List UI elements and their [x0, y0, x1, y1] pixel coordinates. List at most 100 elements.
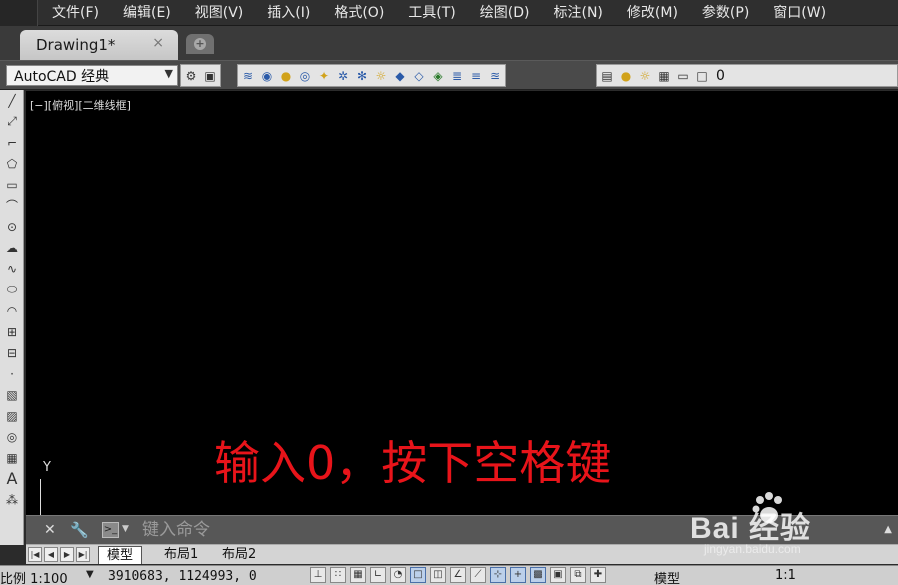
scale-label[interactable]: 比例 1:100	[0, 568, 68, 585]
command-input[interactable]	[142, 518, 642, 542]
gear-icon[interactable]: ⚙	[184, 69, 198, 83]
make-block-icon[interactable]: ⊟	[0, 342, 24, 363]
close-icon[interactable]: ×	[152, 35, 164, 51]
region-icon[interactable]: ◎	[0, 426, 24, 447]
insert-block-icon[interactable]: ⊞	[0, 321, 24, 342]
sun-icon[interactable]: ☼	[374, 69, 388, 83]
chevron-down-icon[interactable]: ▼	[86, 569, 94, 580]
construction-line-icon[interactable]: ⤢	[0, 111, 24, 132]
layer-delete-icon[interactable]: ≊	[488, 69, 502, 83]
plus-icon: +	[194, 37, 206, 50]
workspace-select[interactable]: AutoCAD 经典 ▼	[6, 65, 178, 86]
dyn-icon[interactable]: ⊹	[490, 567, 506, 583]
spline-icon[interactable]: ∿	[0, 258, 24, 279]
add-selected-icon[interactable]: ⁂	[0, 489, 24, 510]
layer-walk-icon[interactable]: ≡	[469, 69, 483, 83]
menu-parameters[interactable]: 参数(P)	[690, 0, 761, 26]
lightbulb-icon[interactable]: ✦	[317, 69, 331, 83]
table-icon[interactable]: ▦	[0, 447, 24, 468]
lightbulb-icon[interactable]: ●	[619, 69, 633, 83]
toolbar-row: AutoCAD 经典 ▼ ⚙ ▣ ≋ ◉ ● ◎ ✦ ✲ ✻ ☼ ◆ ◇ ◈ ≣…	[0, 60, 898, 90]
menu-window[interactable]: 窗口(W)	[761, 0, 838, 26]
menu-dimension[interactable]: 标注(N)	[542, 0, 615, 26]
viewport-controls-label[interactable]: [−][俯视][二维线框]	[30, 97, 131, 113]
layer-on-icon[interactable]: ●	[279, 69, 293, 83]
ducs-icon[interactable]: ⟋	[470, 567, 486, 583]
layer-manager-icon[interactable]: ▤	[600, 69, 614, 83]
tab-model[interactable]: 模型	[98, 546, 143, 564]
prev-layout-icon[interactable]: ◀	[44, 547, 58, 562]
layer-thaw-icon[interactable]: ✻	[355, 69, 369, 83]
tab-layout2[interactable]: 布局2	[214, 546, 264, 564]
command-history-icon[interactable]: >_	[102, 522, 119, 538]
revision-cloud-icon[interactable]: ☁	[0, 237, 24, 258]
workspace-settings-group: ⚙ ▣	[180, 64, 221, 87]
layer-properties-icon[interactable]: ≋	[241, 69, 255, 83]
chevron-down-icon: ▼	[164, 67, 173, 80]
circle-icon[interactable]: ⊙	[0, 216, 24, 237]
layer-match-icon[interactable]: ◈	[431, 69, 445, 83]
menu-file[interactable]: 文件(F)	[40, 0, 111, 26]
menu-edit[interactable]: 编辑(E)	[111, 0, 183, 26]
wrench-icon[interactable]: 🔧	[70, 521, 89, 539]
viewport-freeze-icon[interactable]: ▦	[657, 69, 671, 83]
snap-icon[interactable]: ∷	[330, 567, 346, 583]
menu-format[interactable]: 格式(O)	[322, 0, 396, 26]
polygon-icon[interactable]: ⬠	[0, 153, 24, 174]
menu-insert[interactable]: 插入(I)	[255, 0, 322, 26]
line-icon[interactable]: ╱	[0, 90, 24, 111]
menu-view[interactable]: 视图(V)	[183, 0, 256, 26]
selection-cycling-icon[interactable]: ⧉	[570, 567, 586, 583]
menu-modify[interactable]: 修改(M)	[615, 0, 690, 26]
grid-icon[interactable]: ▦	[350, 567, 366, 583]
lineweight-icon[interactable]: +	[510, 567, 526, 583]
next-layout-icon[interactable]: ▶	[60, 547, 74, 562]
gradient-icon[interactable]: ▨	[0, 405, 24, 426]
menu-draw[interactable]: 绘图(D)	[468, 0, 542, 26]
layer-lock-icon[interactable]: ◆	[393, 69, 407, 83]
close-icon[interactable]: ✕	[44, 522, 56, 538]
infer-constraints-icon[interactable]: ⊥	[310, 567, 326, 583]
layer-state-icon[interactable]: ◉	[260, 69, 274, 83]
otrack-icon[interactable]: ∠	[450, 567, 466, 583]
osnap-icon[interactable]: □	[410, 567, 426, 583]
model-space-toggle[interactable]: 模型	[654, 568, 680, 585]
tab-layout1[interactable]: 布局1	[156, 546, 206, 564]
annotation-scale[interactable]: 1:1	[775, 568, 796, 583]
layer-control-group: ▤ ● ☼ ▦ ▭ □ 0	[596, 64, 898, 87]
polar-icon[interactable]: ◔	[390, 567, 406, 583]
current-layer-value[interactable]: 0	[716, 68, 725, 84]
new-tab-button[interactable]: +	[186, 34, 214, 54]
3d-osnap-icon[interactable]: ◫	[430, 567, 446, 583]
layer-unlock-icon[interactable]: ◇	[412, 69, 426, 83]
tab-drawing1[interactable]: Drawing1* ×	[20, 30, 178, 60]
autocad-window: 文件(F) 编辑(E) 视图(V) 插入(I) 格式(O) 工具(T) 绘图(D…	[0, 0, 898, 585]
drawing-canvas[interactable]: [−][俯视][二维线框] 输入0，按下空格键 Y	[26, 91, 898, 516]
layer-merge-icon[interactable]: ≣	[450, 69, 464, 83]
transparency-icon[interactable]: ▩	[530, 567, 546, 583]
polyline-icon[interactable]: ⌐	[0, 132, 24, 153]
first-layout-icon[interactable]: |◀	[28, 547, 42, 562]
chevron-down-icon[interactable]: ▼	[122, 524, 129, 534]
ortho-icon[interactable]: ∟	[370, 567, 386, 583]
sun-icon[interactable]: ☼	[638, 69, 652, 83]
quick-properties-icon[interactable]: ▣	[550, 567, 566, 583]
menu-tools[interactable]: 工具(T)	[396, 0, 467, 26]
multiline-text-icon[interactable]: A	[0, 468, 24, 489]
arc-icon[interactable]: ⌒	[0, 195, 24, 216]
coordinate-readout[interactable]: 3910683, 1124993, 0	[108, 569, 257, 584]
layer-freeze-icon[interactable]: ✲	[336, 69, 350, 83]
workspace-value: AutoCAD 经典	[14, 68, 110, 85]
ellipse-icon[interactable]: ⬭	[0, 279, 24, 300]
application-menu-button[interactable]	[0, 0, 38, 26]
lock-open-icon[interactable]: ▭	[676, 69, 690, 83]
ellipse-arc-icon[interactable]: ◠	[0, 300, 24, 321]
layer-isolate-icon[interactable]: ◎	[298, 69, 312, 83]
last-layout-icon[interactable]: ▶|	[76, 547, 90, 562]
layer-color-icon[interactable]: □	[695, 69, 709, 83]
annotation-monitor-icon[interactable]: ✚	[590, 567, 606, 583]
rectangle-icon[interactable]: ▭	[0, 174, 24, 195]
point-icon[interactable]: ·	[0, 363, 24, 384]
workspace-lock-icon[interactable]: ▣	[203, 69, 217, 83]
hatch-icon[interactable]: ▧	[0, 384, 24, 405]
